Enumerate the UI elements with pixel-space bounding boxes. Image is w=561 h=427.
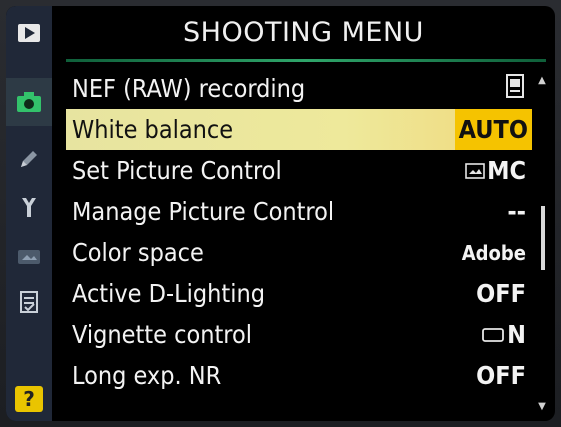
lcd-screen: ? SHOOTING MENU NEF (RAW) recording Whit… <box>6 6 555 421</box>
menu-item-value-group: MC <box>465 156 532 185</box>
retouch-icon[interactable] <box>15 244 43 270</box>
menu-item-vignette-control[interactable]: Vignette control N <box>66 314 532 355</box>
playback-icon[interactable] <box>15 20 43 46</box>
menu-item-value: -- <box>507 197 526 226</box>
my-menu-icon[interactable] <box>15 289 43 315</box>
pencil-icon[interactable] <box>15 146 43 172</box>
menu-sidebar: ? <box>6 6 52 421</box>
menu-item-value-group: N <box>482 320 532 349</box>
menu-item-active-d-lighting[interactable]: Active D-Lighting OFF <box>66 273 532 314</box>
menu-item-value: N <box>507 320 526 349</box>
wrench-icon[interactable] <box>15 194 43 220</box>
vignette-icon <box>482 327 505 342</box>
menu-item-nef-raw-recording[interactable]: NEF (RAW) recording <box>66 68 532 109</box>
menu-item-label: NEF (RAW) recording <box>72 74 306 103</box>
scroll-up-icon: ▲ <box>538 75 546 86</box>
menu-item-manage-picture-control[interactable]: Manage Picture Control -- <box>66 191 532 232</box>
menu-item-set-picture-control[interactable]: Set Picture Control MC <box>66 150 532 191</box>
menu-item-long-exp-nr[interactable]: Long exp. NR OFF <box>66 355 532 396</box>
page-title: SHOOTING MENU <box>183 16 424 48</box>
help-label: ? <box>23 387 35 411</box>
menu-item-white-balance[interactable]: White balance AUTO <box>66 109 532 150</box>
menu-item-value: OFF <box>476 279 526 308</box>
menu-item-label: Set Picture Control <box>72 156 282 185</box>
menu-item-label: Color space <box>72 238 204 267</box>
menu-item-label: Manage Picture Control <box>72 197 335 226</box>
scroll-down-icon: ▼ <box>538 401 546 412</box>
title-divider <box>66 59 546 62</box>
menu-item-label: Active D-Lighting <box>72 279 266 308</box>
scrollbar-thumb[interactable] <box>541 206 545 270</box>
menu-item-value: MC <box>487 156 526 185</box>
picture-control-icon <box>465 162 485 179</box>
camera-icon[interactable] <box>15 89 43 115</box>
menu-item-color-space[interactable]: Color space Adobe <box>66 232 532 273</box>
menu-item-value: Adobe <box>461 240 526 265</box>
menu-item-label: White balance <box>72 115 234 144</box>
menu-item-value: OFF <box>476 361 526 390</box>
memory-card-icon <box>504 73 532 105</box>
menu-item-label: Vignette control <box>72 320 252 349</box>
help-icon[interactable]: ? <box>15 386 43 412</box>
menu-item-value: AUTO <box>454 109 532 150</box>
menu-item-label: Long exp. NR <box>72 361 222 390</box>
